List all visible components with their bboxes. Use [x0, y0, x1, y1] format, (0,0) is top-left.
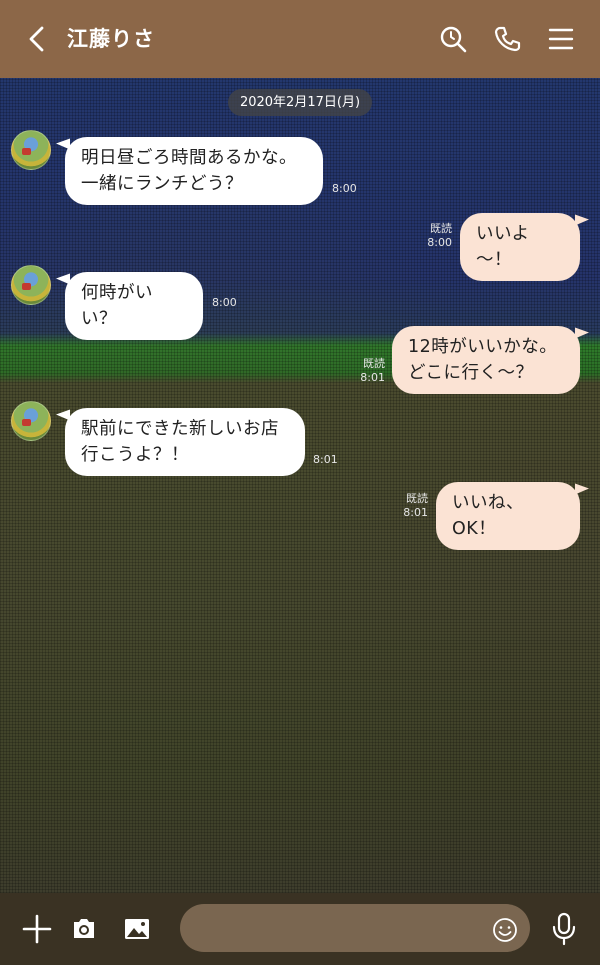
read-receipt: 既読: [430, 222, 452, 235]
message-time: 8:01: [360, 371, 385, 384]
plus-icon[interactable]: [19, 911, 55, 947]
message-time: 8:01: [313, 453, 338, 466]
message-input-bar: [0, 893, 600, 965]
message-text: 明日昼ごろ時間あるかな。: [81, 148, 297, 168]
message-text: いいね、OK！: [452, 493, 524, 539]
message-bubble-incoming[interactable]: 何時がいい？: [65, 272, 203, 340]
message-text: 行こうよ？！: [81, 445, 189, 465]
message-text: 駅前にできた新しいお店: [81, 419, 279, 439]
image-icon[interactable]: [119, 911, 155, 947]
message-text: 一緒にランチどう？: [81, 174, 243, 194]
message-time: 8:00: [212, 296, 237, 309]
message-bubble-outgoing[interactable]: いいよ～！: [460, 213, 580, 281]
message-time: 8:01: [403, 506, 428, 519]
phone-icon[interactable]: [491, 22, 523, 56]
message-bubble-outgoing[interactable]: 12時がいいかな。 どこに行く～？: [392, 326, 580, 394]
emoji-icon[interactable]: [491, 916, 519, 944]
message-input[interactable]: [180, 904, 530, 952]
menu-icon[interactable]: [545, 22, 577, 56]
avatar[interactable]: [11, 265, 51, 305]
message-bubble-outgoing[interactable]: いいね、OK！: [436, 482, 580, 550]
avatar[interactable]: [11, 401, 51, 441]
search-icon[interactable]: [437, 22, 469, 56]
message-bubble-incoming[interactable]: 明日昼ごろ時間あるかな。 一緒にランチどう？: [65, 137, 323, 205]
read-receipt: 既読: [363, 357, 385, 370]
message-text: 12時がいいかな。: [408, 337, 558, 357]
chat-header: 江藤りさ: [0, 0, 600, 78]
message-text: どこに行く～？: [408, 363, 534, 383]
message-text: 何時がいい？: [81, 283, 153, 329]
date-separator: 2020年2月17日(月): [228, 89, 372, 116]
back-icon[interactable]: [22, 22, 52, 56]
message-bubble-incoming[interactable]: 駅前にできた新しいお店 行こうよ？！: [65, 408, 305, 476]
chat-title: 江藤りさ: [67, 27, 155, 51]
message-text: いいよ～！: [476, 224, 530, 270]
camera-icon[interactable]: [66, 911, 102, 947]
read-receipt: 既読: [406, 492, 428, 505]
message-time: 8:00: [427, 236, 452, 249]
avatar[interactable]: [11, 130, 51, 170]
message-time: 8:00: [332, 182, 357, 195]
microphone-icon[interactable]: [546, 911, 582, 947]
